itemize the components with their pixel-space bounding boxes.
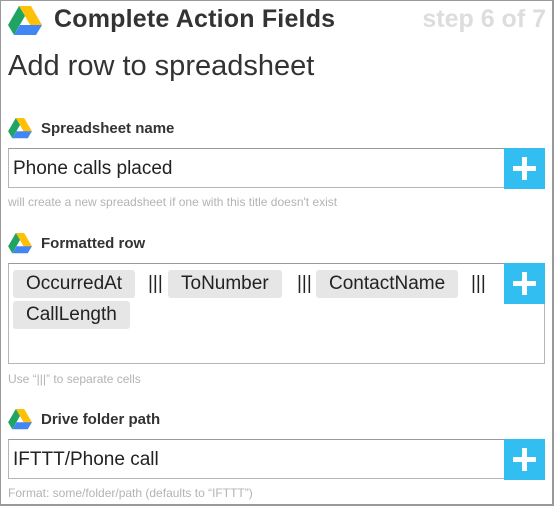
ingredient-token[interactable]: ContactName bbox=[316, 270, 459, 298]
google-drive-icon bbox=[8, 6, 42, 35]
drive-folder-path-hint: Format: some/folder/path (defaults to “I… bbox=[8, 486, 253, 500]
ingredient-token[interactable]: OccurredAt bbox=[13, 270, 136, 298]
drive-folder-path-input[interactable]: IFTTT/Phone call bbox=[8, 439, 545, 480]
cell-separator: ||| bbox=[148, 273, 163, 294]
google-drive-icon bbox=[8, 118, 32, 139]
add-ingredient-button[interactable] bbox=[504, 439, 545, 480]
google-drive-icon bbox=[8, 233, 32, 254]
page-header: Complete Action Fields step 6 of 7 bbox=[8, 4, 546, 36]
formatted-row-input[interactable]: OccurredAt ||| ToNumber ||| ContactName … bbox=[8, 263, 545, 364]
add-ingredient-button[interactable] bbox=[504, 263, 545, 304]
spreadsheet-name-input[interactable]: Phone calls placed bbox=[8, 148, 545, 189]
drive-folder-path-label: Drive folder path bbox=[41, 411, 161, 428]
cell-separator: ||| bbox=[471, 273, 486, 294]
ingredient-token[interactable]: CallLength bbox=[13, 301, 130, 329]
formatted-row-hint: Use “|||” to separate cells bbox=[8, 372, 141, 386]
action-title: Add row to spreadsheet bbox=[8, 50, 315, 82]
spreadsheet-name-hint: will create a new spreadsheet if one wit… bbox=[8, 195, 338, 209]
page-title: Complete Action Fields bbox=[54, 5, 336, 33]
spreadsheet-name-label: Spreadsheet name bbox=[41, 120, 175, 137]
cell-separator: ||| bbox=[297, 273, 312, 294]
drive-folder-path-value: IFTTT/Phone call bbox=[13, 449, 159, 470]
ingredient-token[interactable]: ToNumber bbox=[168, 270, 282, 298]
formatted-row-label: Formatted row bbox=[41, 235, 146, 252]
spreadsheet-name-value: Phone calls placed bbox=[13, 158, 173, 179]
step-indicator: step 6 of 7 bbox=[422, 5, 546, 33]
add-ingredient-button[interactable] bbox=[504, 148, 545, 189]
google-drive-icon bbox=[8, 409, 32, 430]
